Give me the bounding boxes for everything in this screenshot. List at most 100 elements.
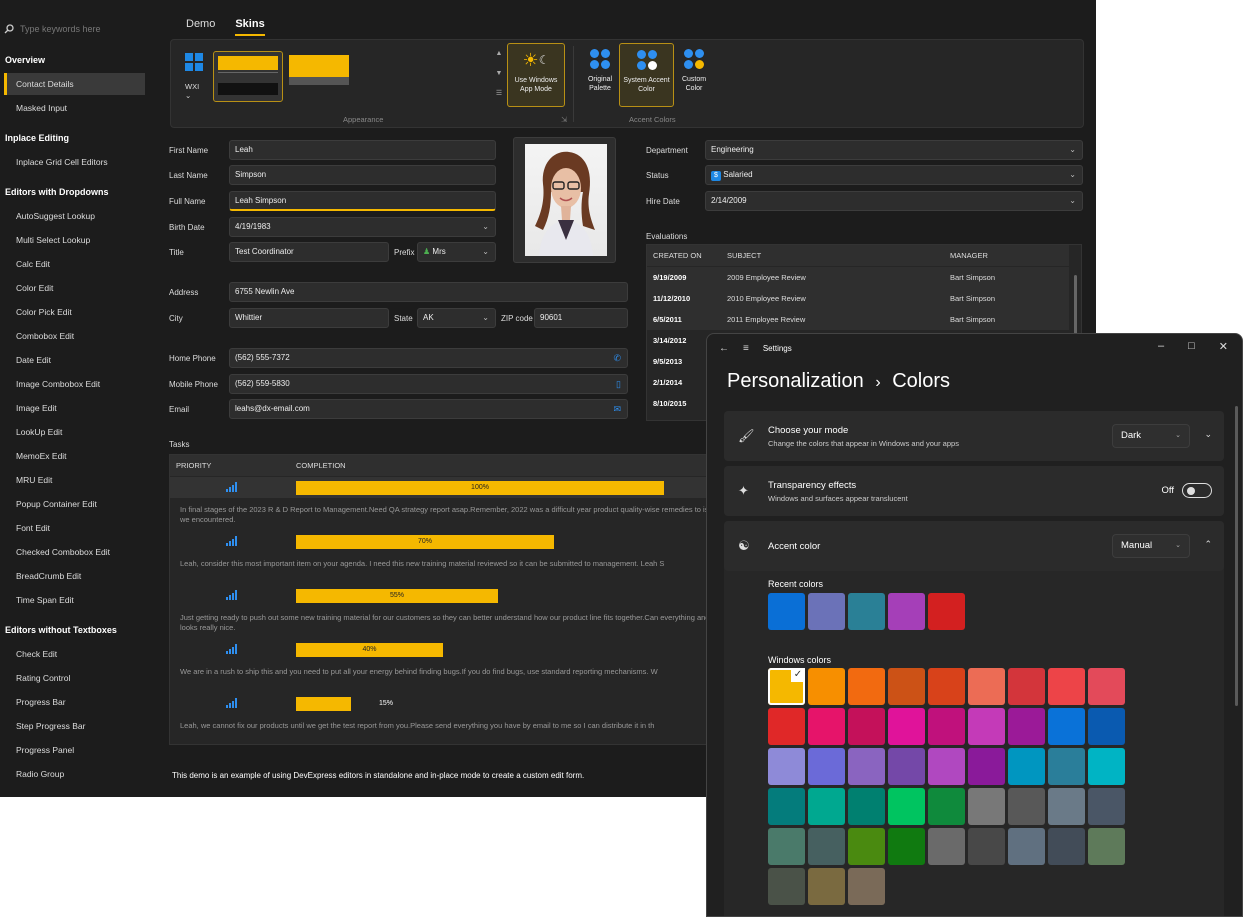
windows-color-swatch[interactable] — [888, 668, 925, 705]
windows-color-swatch[interactable] — [1088, 708, 1125, 745]
skin-name[interactable]: WXI ⌄ — [185, 82, 199, 100]
skin-swatch-selected[interactable] — [213, 51, 283, 102]
windows-color-swatch[interactable]: ✓ — [768, 668, 805, 705]
chevron-down-icon[interactable]: ⌄ — [482, 243, 489, 261]
sidebar-item-image-combobox-edit[interactable]: Image Combobox Edit — [4, 373, 145, 395]
birth-date-field[interactable]: 4/19/1983 ⌄ — [229, 217, 496, 237]
recent-color-swatch[interactable] — [808, 593, 845, 630]
employee-photo-frame[interactable] — [513, 137, 616, 263]
skin-swatch-2[interactable] — [289, 55, 349, 85]
col-manager[interactable]: MANAGER — [950, 245, 988, 266]
windows-color-swatch[interactable] — [928, 748, 965, 785]
status-field[interactable]: $ Salaried ⌄ — [705, 165, 1083, 185]
windows-color-swatch[interactable] — [848, 708, 885, 745]
windows-color-swatch[interactable] — [1048, 748, 1085, 785]
sidebar-item-image-edit[interactable]: Image Edit — [4, 397, 145, 419]
windows-color-swatch[interactable] — [1088, 788, 1125, 825]
windows-color-swatch[interactable] — [848, 828, 885, 865]
city-field[interactable]: Whittier — [229, 308, 389, 328]
windows-color-swatch[interactable] — [768, 708, 805, 745]
col-priority[interactable]: PRIORITY — [176, 455, 211, 476]
windows-color-swatch[interactable] — [1048, 788, 1085, 825]
tab-demo[interactable]: Demo — [186, 18, 215, 36]
system-accent-color-button[interactable]: System Accent Color — [619, 43, 674, 107]
expand-chevron-icon[interactable]: ⌄ — [1204, 429, 1212, 440]
windows-color-swatch[interactable] — [848, 668, 885, 705]
hire-date-field[interactable]: 2/14/2009 ⌄ — [705, 191, 1083, 211]
use-windows-app-mode-button[interactable]: ☀ ☾ Use Windows App Mode — [507, 43, 565, 107]
table-row[interactable]: 9/19/2009 2009 Employee Review Bart Simpso… — [647, 267, 1069, 288]
close-icon[interactable]: ✕ — [1219, 340, 1228, 353]
chevron-down-icon[interactable]: ⌄ — [1069, 166, 1076, 184]
windows-color-swatch[interactable] — [1008, 748, 1045, 785]
windows-color-swatch[interactable] — [848, 748, 885, 785]
sidebar-item-progress-panel[interactable]: Progress Panel — [4, 739, 145, 761]
chevron-down-icon[interactable]: ⌄ — [482, 309, 489, 327]
windows-color-swatch[interactable] — [1008, 668, 1045, 705]
windows-color-swatch[interactable] — [888, 788, 925, 825]
address-field[interactable]: 6755 Newlin Ave — [229, 282, 628, 302]
sidebar-item-checked-combobox-edit[interactable]: Checked Combobox Edit — [4, 541, 145, 563]
sidebar-item-color-edit[interactable]: Color Edit — [4, 277, 145, 299]
windows-color-swatch[interactable] — [808, 668, 845, 705]
windows-color-swatch[interactable] — [808, 868, 845, 905]
sidebar-item-rating-control[interactable]: Rating Control — [4, 667, 145, 689]
windows-color-swatch[interactable] — [928, 828, 965, 865]
recent-color-swatch[interactable] — [928, 593, 965, 630]
tab-skins[interactable]: Skins — [235, 18, 265, 36]
chevron-down-icon[interactable]: ⌄ — [1069, 141, 1076, 159]
windows-color-swatch[interactable] — [808, 828, 845, 865]
sidebar-item-masked-input[interactable]: Masked Input — [4, 97, 145, 119]
windows-color-swatch[interactable] — [1088, 748, 1125, 785]
full-name-field[interactable]: Leah Simpson — [229, 191, 496, 211]
sidebar-item-radio-group[interactable]: Radio Group — [4, 763, 145, 785]
mail-icon[interactable]: ✉ — [613, 400, 621, 418]
sidebar-item-popup-container-edit[interactable]: Popup Container Edit — [4, 493, 145, 515]
windows-color-swatch[interactable] — [928, 788, 965, 825]
appearance-expand-icon[interactable]: ⇲ — [561, 115, 567, 124]
sidebar-item-lookup-edit[interactable]: LookUp Edit — [4, 421, 145, 443]
settings-scrollbar[interactable] — [1235, 406, 1238, 706]
sidebar-item-step-progress-bar[interactable]: Step Progress Bar — [4, 715, 145, 737]
skin-grid-icon[interactable] — [185, 53, 203, 71]
last-name-field[interactable]: Simpson — [229, 165, 496, 185]
windows-color-swatch[interactable] — [968, 708, 1005, 745]
windows-color-swatch[interactable] — [768, 828, 805, 865]
windows-color-swatch[interactable] — [888, 748, 925, 785]
col-completion[interactable]: COMPLETION — [296, 455, 346, 476]
windows-color-swatch[interactable] — [1088, 828, 1125, 865]
windows-color-swatch[interactable] — [928, 708, 965, 745]
department-field[interactable]: Engineering ⌄ — [705, 140, 1083, 160]
windows-color-swatch[interactable] — [848, 788, 885, 825]
chevron-down-icon[interactable]: ⌄ — [482, 218, 489, 236]
recent-color-swatch[interactable] — [848, 593, 885, 630]
windows-color-swatch[interactable] — [1048, 708, 1085, 745]
sidebar-item-font-edit[interactable]: Font Edit — [4, 517, 145, 539]
zip-field[interactable]: 90601 — [534, 308, 628, 328]
windows-color-swatch[interactable] — [888, 708, 925, 745]
windows-color-swatch[interactable] — [928, 668, 965, 705]
back-arrow-icon[interactable]: ← — [719, 343, 729, 354]
sidebar-item-mru-edit[interactable]: MRU Edit — [4, 469, 145, 491]
windows-color-swatch[interactable] — [808, 748, 845, 785]
windows-color-swatch[interactable] — [1008, 828, 1045, 865]
state-field[interactable]: AK ⌄ — [417, 308, 496, 328]
windows-color-swatch[interactable] — [808, 708, 845, 745]
sidebar-item-color-pick-edit[interactable]: Color Pick Edit — [4, 301, 145, 323]
title-field[interactable]: Test Coordinator — [229, 242, 389, 262]
windows-color-swatch[interactable] — [968, 788, 1005, 825]
task-row[interactable]: 100% — [170, 477, 728, 498]
windows-color-swatch[interactable] — [848, 868, 885, 905]
windows-color-swatch[interactable] — [1048, 828, 1085, 865]
hamburger-menu-icon[interactable]: ≡ — [743, 343, 749, 354]
windows-color-swatch[interactable] — [768, 868, 805, 905]
original-palette-button[interactable]: Original Palette — [581, 43, 619, 107]
custom-color-button[interactable]: Custom Color — [675, 43, 713, 107]
windows-color-swatch[interactable] — [1008, 708, 1045, 745]
collapse-chevron-icon[interactable]: ⌃ — [1204, 539, 1212, 550]
task-row[interactable]: 55% — [170, 585, 728, 606]
col-created-on[interactable]: CREATED ON — [653, 245, 702, 266]
recent-color-swatch[interactable] — [888, 593, 925, 630]
gallery-scroll[interactable]: ▲ ▼ ☰ — [493, 44, 505, 108]
phone-icon[interactable]: ✆ — [613, 349, 621, 367]
